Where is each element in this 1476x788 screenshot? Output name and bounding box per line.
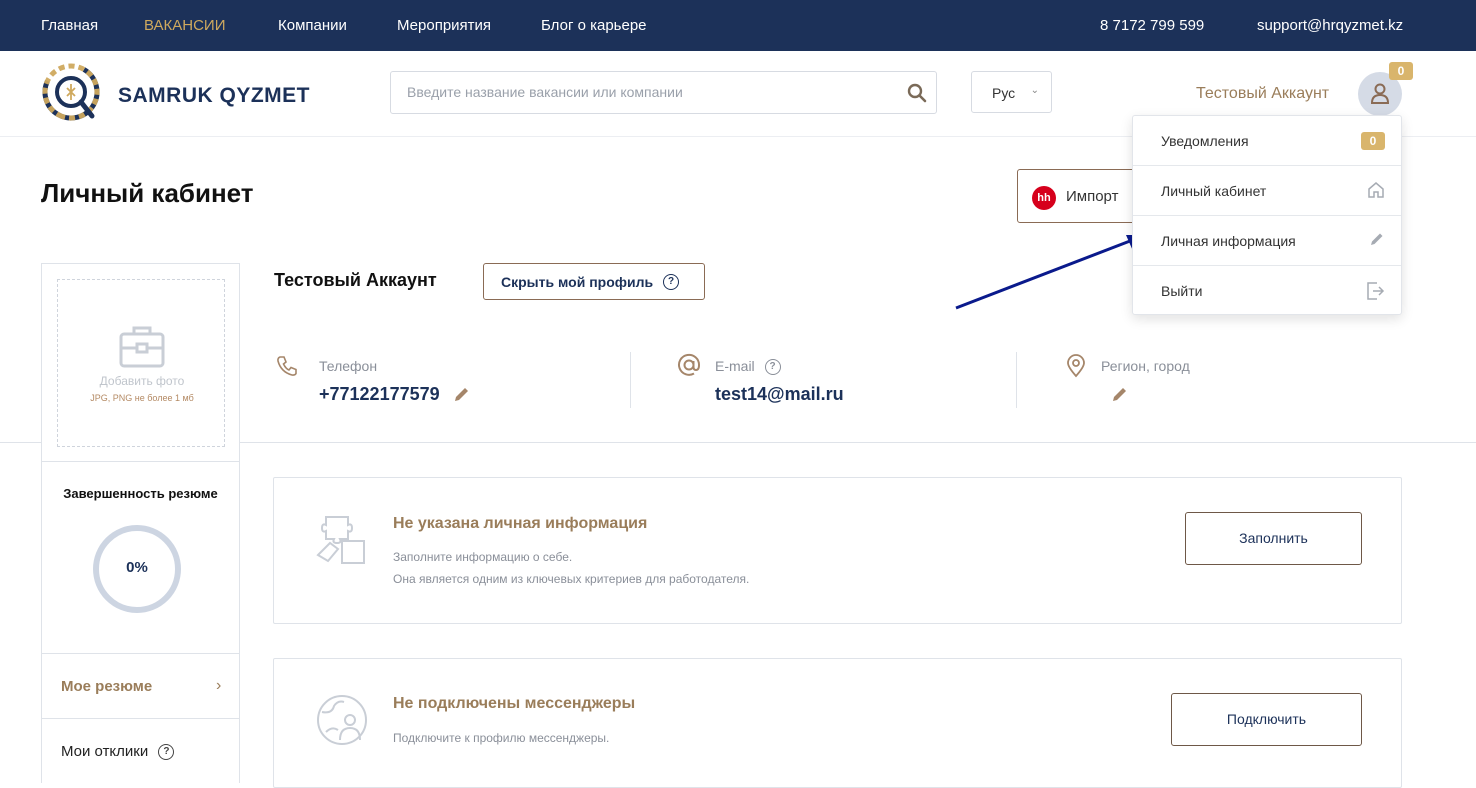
account-dropdown-menu: Уведомления 0 Личный кабинет Личная инфо… — [1132, 115, 1402, 315]
search-input[interactable] — [407, 72, 897, 112]
location-pin-icon — [1067, 354, 1085, 378]
phone-label: Телефон — [319, 358, 378, 374]
search-box — [390, 71, 937, 114]
photo-hint: JPG, PNG не более 1 мб — [90, 393, 194, 403]
language-value: Рус — [992, 85, 1016, 101]
user-icon — [1370, 83, 1390, 104]
email-label-text: E-mail — [715, 358, 755, 374]
help-icon[interactable]: ? — [158, 744, 175, 761]
notification-badge: 0 — [1361, 132, 1385, 150]
support-email-link[interactable]: support@hrqyzmet.kz — [1257, 17, 1403, 34]
search-icon[interactable] — [907, 83, 927, 103]
notification-badge: 0 — [1389, 62, 1413, 80]
region-label: Регион, город — [1101, 358, 1190, 374]
puzzle-hand-icon — [316, 516, 365, 564]
hh-logo-icon: hh — [1032, 186, 1056, 210]
card-title: Не указана личная информация — [393, 515, 648, 532]
top-nav-bar: Главная ВАКАНСИИ Компании Мероприятия Бл… — [0, 0, 1476, 51]
divider — [630, 352, 631, 408]
menu-item-logout[interactable]: Выйти — [1133, 266, 1401, 316]
my-resume-link[interactable]: Мое резюме — [61, 678, 152, 695]
hide-profile-button[interactable]: Скрыть мой профиль ? — [483, 263, 705, 300]
menu-item-label: Уведомления — [1161, 133, 1249, 149]
sidebar: Добавить фото JPG, PNG не более 1 мб Зав… — [41, 263, 240, 783]
menu-item-personal-info[interactable]: Личная информация — [1133, 216, 1401, 266]
globe-person-icon — [317, 695, 367, 745]
home-icon — [1368, 182, 1384, 198]
menu-item-label: Личный кабинет — [1161, 183, 1267, 199]
page-title: Личный кабинет — [41, 178, 254, 208]
email-value: test14@mail.ru — [715, 384, 844, 404]
card-title: Не подключены мессенджеры — [393, 695, 636, 712]
divider — [0, 442, 41, 443]
nav-events[interactable]: Мероприятия — [397, 17, 491, 34]
completeness-label: Завершенность резюме — [63, 486, 218, 501]
phone-icon — [277, 356, 297, 376]
nav-vacancies[interactable]: ВАКАНСИИ — [144, 17, 225, 34]
fill-button[interactable]: Заполнить — [1185, 512, 1362, 565]
chevron-right-icon: › — [216, 677, 222, 694]
divider — [42, 461, 239, 462]
card-text: Заполните информацию о себе. — [393, 550, 573, 564]
phone-link[interactable]: 8 7172 799 599 — [1100, 17, 1204, 34]
nav-blog[interactable]: Блог о карьере — [541, 17, 647, 34]
pencil-icon — [1371, 233, 1383, 245]
menu-item-label: Личная информация — [1161, 233, 1296, 249]
personal-info-card: Не указана личная информация Заполните и… — [273, 477, 1402, 624]
language-select[interactable]: Рус ⌄ — [971, 71, 1052, 113]
menu-item-notifications[interactable]: Уведомления 0 — [1133, 116, 1401, 166]
pencil-icon[interactable] — [1111, 385, 1129, 403]
divider — [42, 718, 239, 719]
connect-button[interactable]: Подключить — [1171, 693, 1362, 746]
menu-item-label: Выйти — [1161, 283, 1203, 299]
nav-home[interactable]: Главная — [41, 17, 98, 34]
account-name[interactable]: Тестовый Аккаунт — [1196, 85, 1329, 103]
chevron-down-icon: ⌄ — [1030, 85, 1039, 96]
my-responses-label: Мои отклики — [61, 743, 149, 760]
my-responses-link[interactable]: Мои отклики ? — [61, 743, 175, 761]
phone-value: +77122177579 — [319, 384, 440, 404]
divider — [240, 442, 1476, 443]
at-sign-icon — [678, 353, 701, 376]
card-text: Она является одним из ключевых критериев… — [393, 572, 750, 586]
completeness-value: 0% — [126, 559, 148, 576]
hide-profile-label: Скрыть мой профиль — [501, 274, 654, 290]
photo-add-label: Добавить фото — [99, 374, 185, 388]
pencil-icon[interactable] — [453, 385, 471, 403]
card-text: Подключите к профилю мессенджеры. — [393, 731, 610, 745]
import-label: Импорт — [1066, 188, 1119, 205]
messengers-card: Не подключены мессенджеры Подключите к п… — [273, 658, 1402, 788]
menu-item-cabinet[interactable]: Личный кабинет — [1133, 166, 1401, 216]
help-icon[interactable]: ? — [764, 359, 781, 376]
photo-upload[interactable]: Добавить фото JPG, PNG не более 1 мб — [57, 279, 225, 447]
divider — [42, 653, 239, 654]
help-icon[interactable]: ? — [663, 274, 680, 291]
logo-text: SAMRUK QYZMET — [118, 84, 310, 107]
annotation-arrow — [955, 235, 1144, 310]
samruk-logo-icon[interactable] — [40, 62, 104, 126]
briefcase-icon — [119, 326, 165, 368]
profile-name: Тестовый Аккаунт — [274, 270, 437, 290]
nav-companies[interactable]: Компании — [278, 17, 347, 34]
logout-icon — [1367, 282, 1385, 300]
divider — [1016, 352, 1017, 408]
email-label: E-mail ? — [715, 358, 781, 376]
